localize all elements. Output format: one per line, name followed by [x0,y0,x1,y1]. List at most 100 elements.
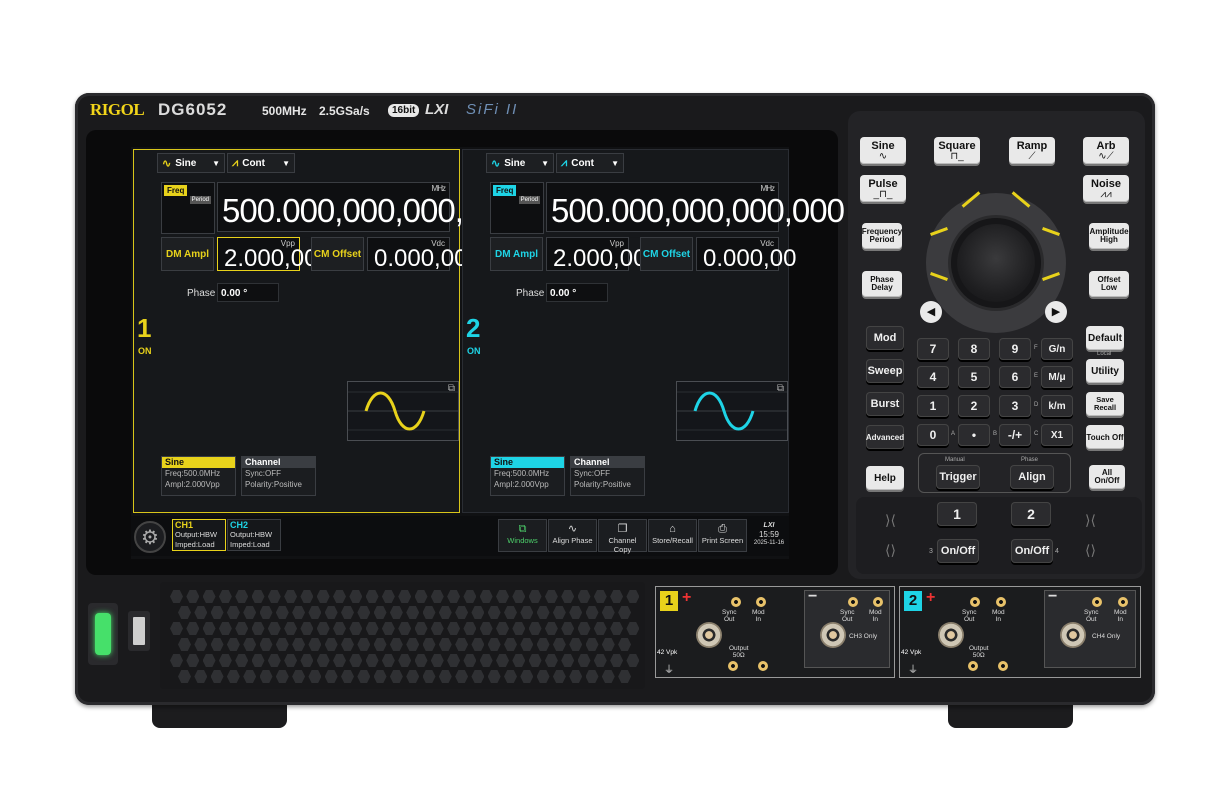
noise-key[interactable]: Noise ⩘⩘ [1083,175,1129,202]
key-9[interactable]: 9 [999,338,1031,360]
default-key[interactable]: Default [1086,326,1124,350]
ch1-ampl-value[interactable]: 2.000,00 Vpp [217,237,317,272]
print-screen-softkey[interactable]: ⎙ Print Screen [698,519,747,552]
ch1-waveform-preview[interactable]: ⧉ [347,381,459,441]
ch1-phase-value[interactable]: 0.00 ° [217,283,279,302]
burst-key[interactable]: Burst [866,392,904,416]
x1-unit-key[interactable]: X1 [1041,424,1073,446]
ch2-output-terminal[interactable] [998,661,1008,671]
grille-hole [618,606,632,619]
pulse-key[interactable]: Pulse _⊓_ [860,175,906,202]
key-dot[interactable]: • [958,424,990,446]
key-2[interactable]: 2 [958,395,990,417]
align-phase-softkey[interactable]: ∿ Align Phase [548,519,597,552]
ch2-wave-info[interactable]: Sine Freq:500.0MHz Ampl:2.000Vpp [490,456,565,496]
ch1-plus-bnc[interactable] [696,622,722,648]
ch2-offset-label[interactable]: CM Offset [640,237,693,271]
left-arrow-button[interactable]: ◀ [920,301,942,323]
ch3-sync-out-terminal[interactable] [848,597,858,607]
phase-delay-key[interactable]: Phase Delay [862,271,902,297]
square-key[interactable]: Square ⊓_ [934,137,980,164]
ch1-select-key[interactable]: 1 [937,502,977,526]
ch2-mod-in-terminal[interactable] [996,597,1006,607]
ch2-ampl-label[interactable]: DM Ampl [490,237,543,271]
key-3[interactable]: 3 [999,395,1031,417]
ch4-sync-out-terminal[interactable] [1092,597,1102,607]
sweep-key[interactable]: Sweep [866,359,904,383]
rotary-knob[interactable] [951,218,1041,308]
ch2-ampl-value[interactable]: 2.000,00 Vpp [546,237,646,272]
ch1-wave-info[interactable]: Sine Freq:500.0MHz Ampl:2.000Vpp [161,456,236,496]
ch1-channel-info[interactable]: Channel Sync:OFF Polarity:Positive [241,456,316,496]
ch2-offset-value[interactable]: 0.000,00 Vdc [696,237,796,272]
ch1-waveform-dropdown[interactable]: ∿ Sine ▼ [157,153,225,173]
ch1-output-terminal[interactable] [728,661,738,671]
utility-key[interactable]: Utility [1086,359,1124,383]
ch1-mod-in-terminal[interactable] [756,597,766,607]
mod-key[interactable]: Mod [866,326,904,350]
key-0[interactable]: 0 [917,424,949,446]
ch2-freq-period-toggle[interactable]: Freq Period [490,182,544,234]
key-5[interactable]: 5 [958,366,990,388]
ch1-mode-dropdown[interactable]: ⩘ Cont ▼ [227,153,295,173]
all-on-off-key[interactable]: All On/Off [1089,465,1125,489]
ch1-status[interactable]: CH1 Output:HBW Imped:Load [172,519,226,551]
g-n-unit-key[interactable]: G/n [1041,338,1073,360]
windows-softkey[interactable]: ⧉ Windows [498,519,547,552]
ch2-sync-out-terminal[interactable] [970,597,980,607]
ramp-key[interactable]: Ramp ⟋ [1009,137,1055,164]
ch2-onoff-key[interactable]: On/Off [1011,539,1053,563]
ch2-status[interactable]: CH2 Output:HBW Imped:Load [227,519,281,551]
store-recall-softkey[interactable]: ⌂ Store/Recall [648,519,697,552]
save-recall-key[interactable]: Save Recall [1086,392,1124,416]
sine-key[interactable]: Sine ∿ [860,137,906,164]
expand-icon[interactable]: ⧉ [448,383,455,394]
key-8[interactable]: 8 [958,338,990,360]
ch2-waveform-preview[interactable]: ⧉ [676,381,788,441]
right-arrow-button[interactable]: ▶ [1045,301,1067,323]
offset-low-key[interactable]: Offset Low [1089,271,1129,297]
ch2-mode-dropdown[interactable]: ⩘ Cont ▼ [556,153,624,173]
ch2-waveform-dropdown[interactable]: ∿ Sine ▼ [486,153,554,173]
gear-icon[interactable]: ⚙ [134,521,166,553]
expand-icon[interactable]: ⧉ [777,383,784,394]
grille-hole [496,654,509,667]
key-1[interactable]: 1 [917,395,949,417]
amplitude-high-key[interactable]: Amplitude High [1089,223,1129,249]
key-6[interactable]: 6 [999,366,1031,388]
ch2-plus-bnc[interactable] [938,622,964,648]
k-m-unit-key[interactable]: k/m [1041,395,1073,417]
ch1-ampl-label[interactable]: DM Ampl [161,237,214,271]
ch2-phase-value[interactable]: 0.00 ° [546,283,608,302]
advanced-key[interactable]: Advanced [866,425,904,449]
ch2-select-key[interactable]: 2 [1011,502,1051,526]
m-mu-unit-key[interactable]: M/μ [1041,366,1073,388]
help-key[interactable]: Help [866,466,904,490]
trigger-key[interactable]: Trigger [936,465,980,489]
key-7[interactable]: 7 [917,338,949,360]
ch4-mod-in-terminal[interactable] [1118,597,1128,607]
touch-off-key[interactable]: Touch Off [1086,425,1124,449]
channel-copy-softkey[interactable]: ❐ Channel Copy [598,519,647,554]
ch1-sync-out-terminal[interactable] [731,597,741,607]
ch1-output-terminal[interactable] [758,661,768,671]
ch1-onoff-key[interactable]: On/Off [937,539,979,563]
ch1-minus-bnc[interactable] [820,622,846,648]
ch1-freq-period-toggle[interactable]: Freq Period [161,182,215,234]
usb-port[interactable] [128,611,150,651]
ch3-sync-out-label: Sync Out [840,609,855,623]
key-plus-minus[interactable]: -/+ [999,424,1031,446]
ch2-channel-info[interactable]: Channel Sync:OFF Polarity:Positive [570,456,645,496]
arb-key[interactable]: Arb ∿⟋ [1083,137,1129,164]
ch2-minus-bnc[interactable] [1060,622,1086,648]
ch2-output-terminal[interactable] [968,661,978,671]
align-key[interactable]: Align [1010,465,1054,489]
ch1-frequency-value[interactable]: 500.000,000,000,000 MHz [217,182,516,232]
key-4[interactable]: 4 [917,366,949,388]
power-button[interactable] [95,613,111,655]
ch1-offset-label[interactable]: CM Offset [311,237,364,271]
ch1-offset-value[interactable]: 0.000,00 Vdc [367,237,467,272]
ch3-mod-in-terminal[interactable] [873,597,883,607]
ch2-frequency-value[interactable]: 500.000,000,000,000 MHz [546,182,845,232]
frequency-period-key[interactable]: Frequency Period [862,223,902,249]
